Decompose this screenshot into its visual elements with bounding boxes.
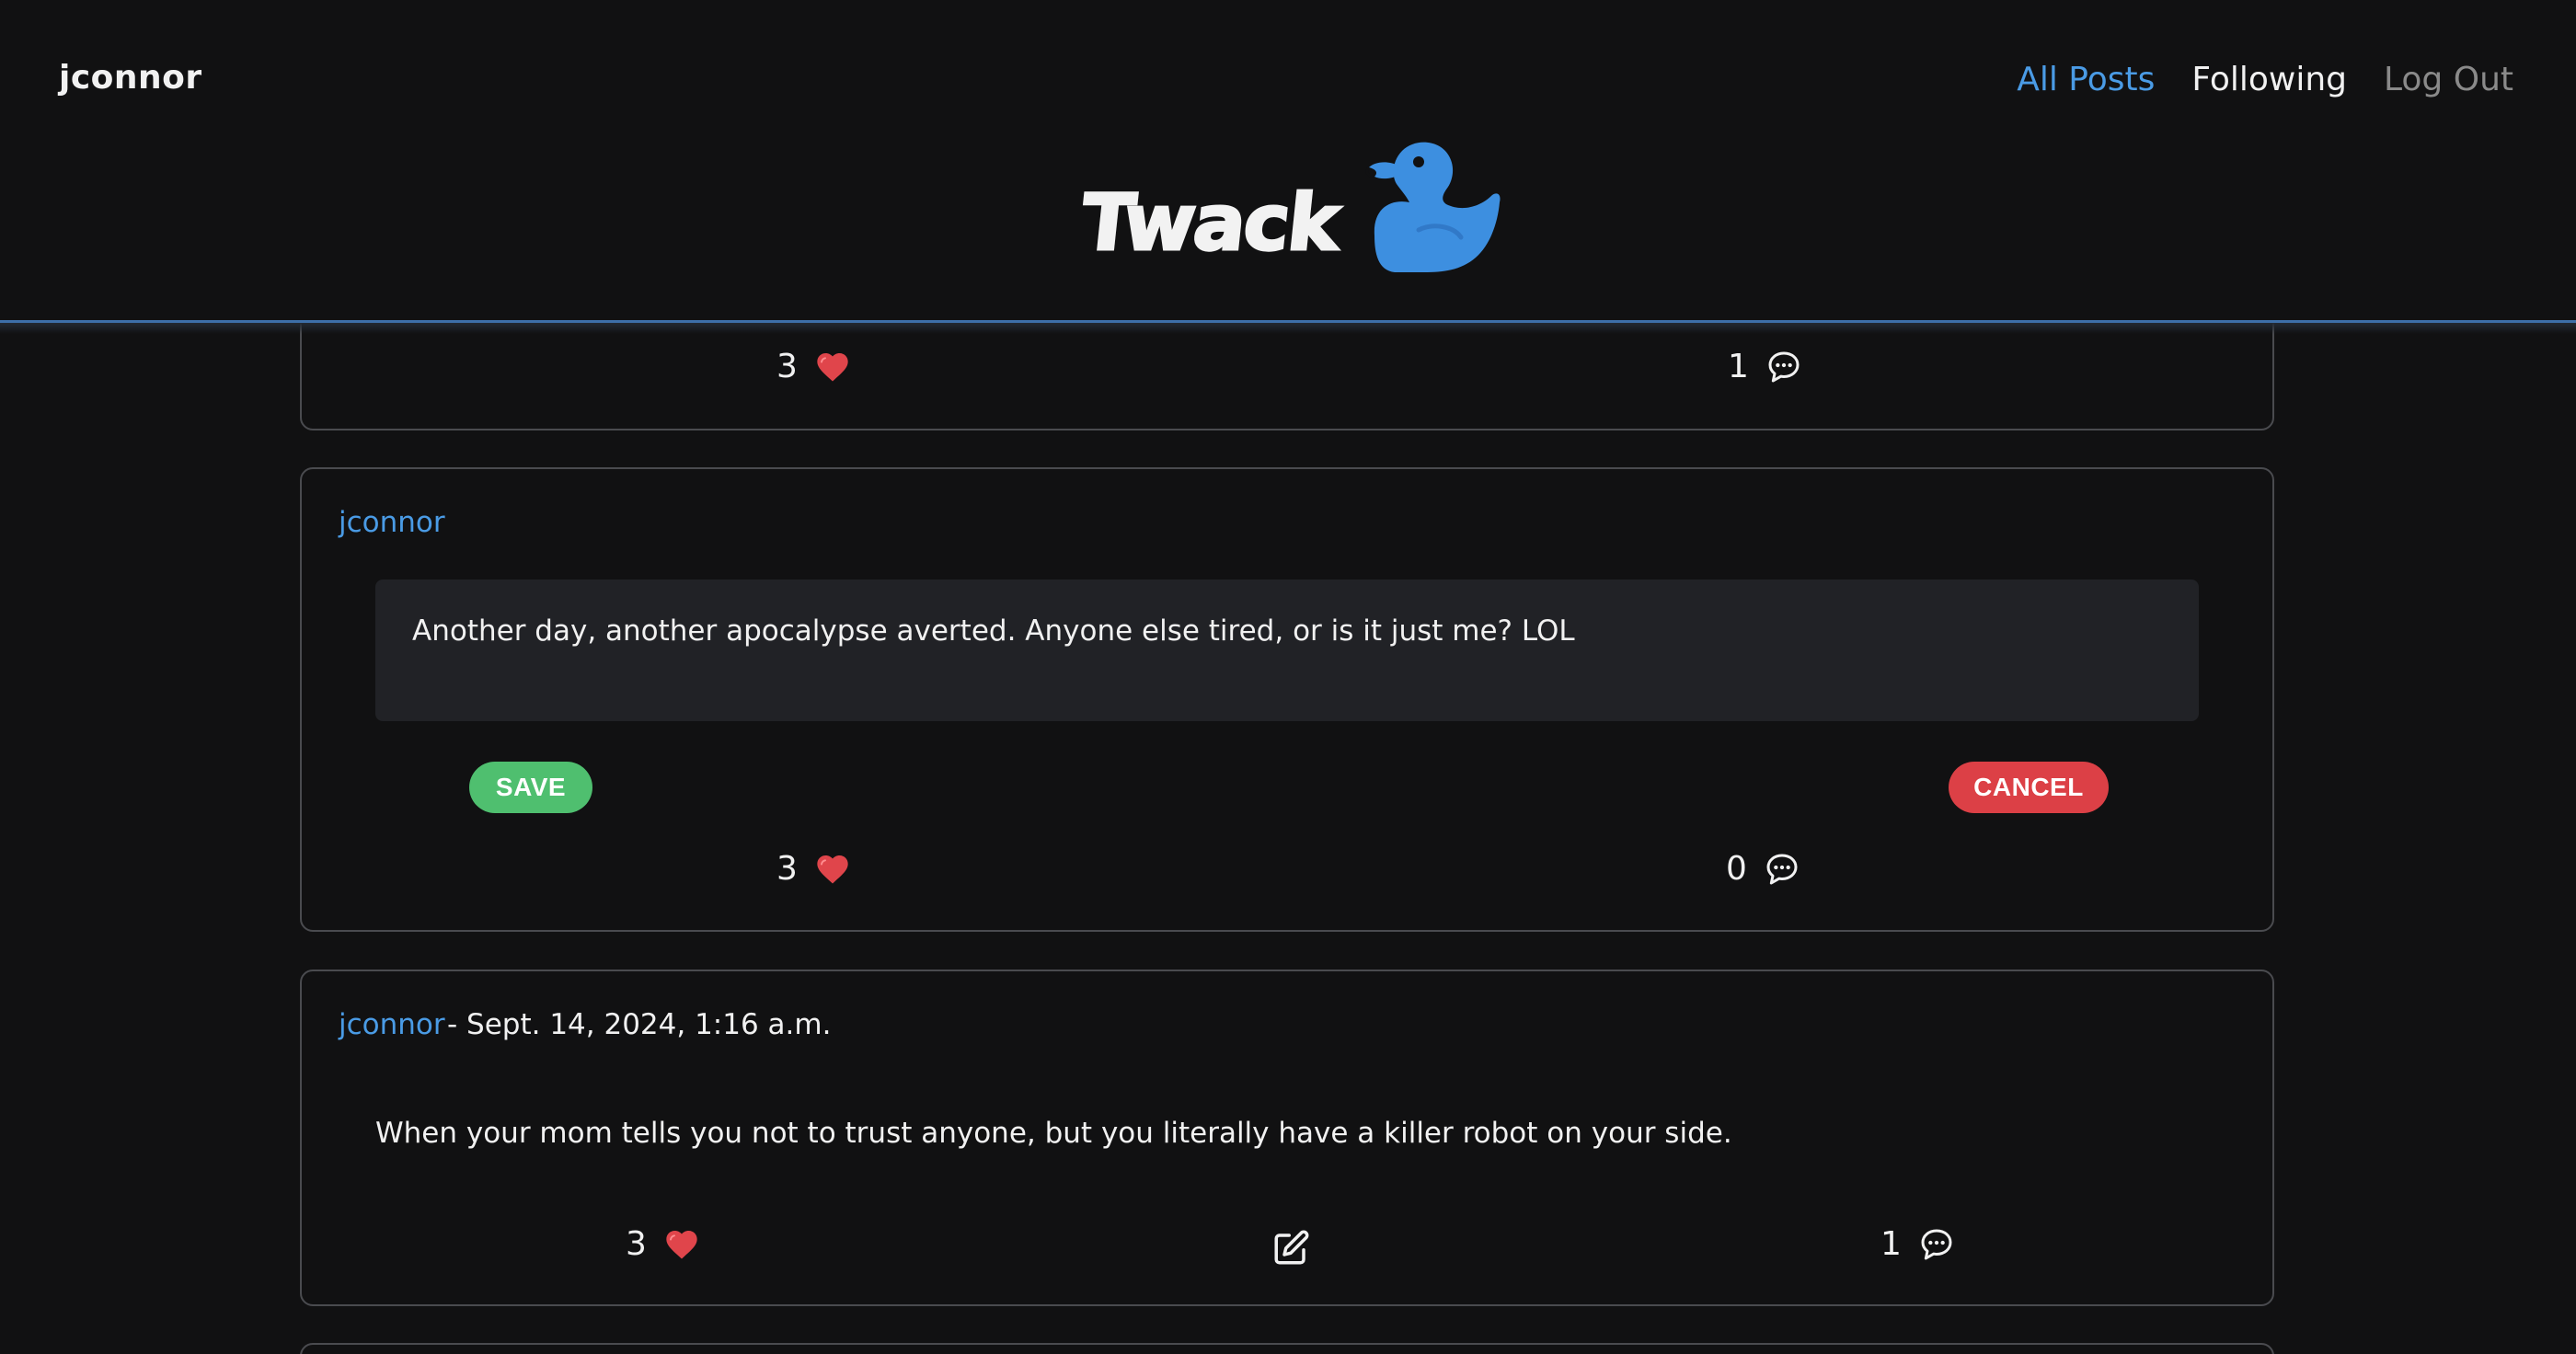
- site-header: jconnor All Posts Following Log Out Twac…: [0, 0, 2576, 320]
- post-timestamp: - Sept. 14, 2024, 1:16 a.m.: [447, 1008, 832, 1041]
- comment-button[interactable]: 1: [1728, 348, 1802, 385]
- edit-icon[interactable]: [1271, 1229, 1310, 1268]
- heart-icon: [817, 855, 848, 883]
- comment-button[interactable]: 0: [1726, 850, 1800, 888]
- comment-count: 1: [1728, 348, 1749, 385]
- post-author-link[interactable]: jconnor: [339, 1008, 445, 1041]
- comment-icon: [1768, 351, 1800, 382]
- site-logo[interactable]: Twack: [1075, 134, 1507, 281]
- comment-count: 1: [1880, 1225, 1902, 1263]
- duck-icon: [1365, 142, 1501, 272]
- page: 3 1 jconnor Another day, another apocaly…: [0, 0, 2576, 1354]
- like-button[interactable]: 3: [776, 348, 851, 385]
- edit-post-textarea[interactable]: Another day, another apocalypse averted.…: [375, 579, 2199, 721]
- nav-log-out[interactable]: Log Out: [2384, 61, 2513, 98]
- logo-text: Twack: [1075, 177, 1343, 270]
- cancel-button[interactable]: CANCEL: [1949, 762, 2109, 813]
- heart-icon: [817, 352, 848, 381]
- nav-all-posts[interactable]: All Posts: [2017, 61, 2155, 98]
- comment-icon: [1921, 1229, 1952, 1259]
- heart-icon: [666, 1230, 697, 1258]
- comment-icon: [1766, 854, 1798, 884]
- comment-button[interactable]: 1: [1880, 1225, 1955, 1263]
- header-shadow: [0, 323, 2576, 334]
- save-button[interactable]: SAVE: [469, 762, 592, 813]
- like-count: 3: [776, 348, 798, 385]
- like-count: 3: [626, 1225, 647, 1263]
- post-card: jconnor - Sept. 14, 2024, 1:16 a.m. When…: [300, 970, 2274, 1306]
- comment-count: 0: [1726, 850, 1747, 888]
- post-card-editing: jconnor Another day, another apocalypse …: [300, 467, 2274, 932]
- current-username: jconnor: [59, 59, 202, 97]
- nav-following[interactable]: Following: [2191, 61, 2347, 98]
- like-button[interactable]: 3: [626, 1225, 700, 1263]
- main-nav: All Posts Following Log Out: [2017, 61, 2513, 98]
- post-card: [300, 1343, 2274, 1354]
- like-button[interactable]: 3: [776, 850, 851, 888]
- like-count: 3: [776, 850, 798, 888]
- post-body: When your mom tells you not to trust any…: [375, 1117, 1732, 1150]
- post-author-link[interactable]: jconnor: [339, 506, 445, 539]
